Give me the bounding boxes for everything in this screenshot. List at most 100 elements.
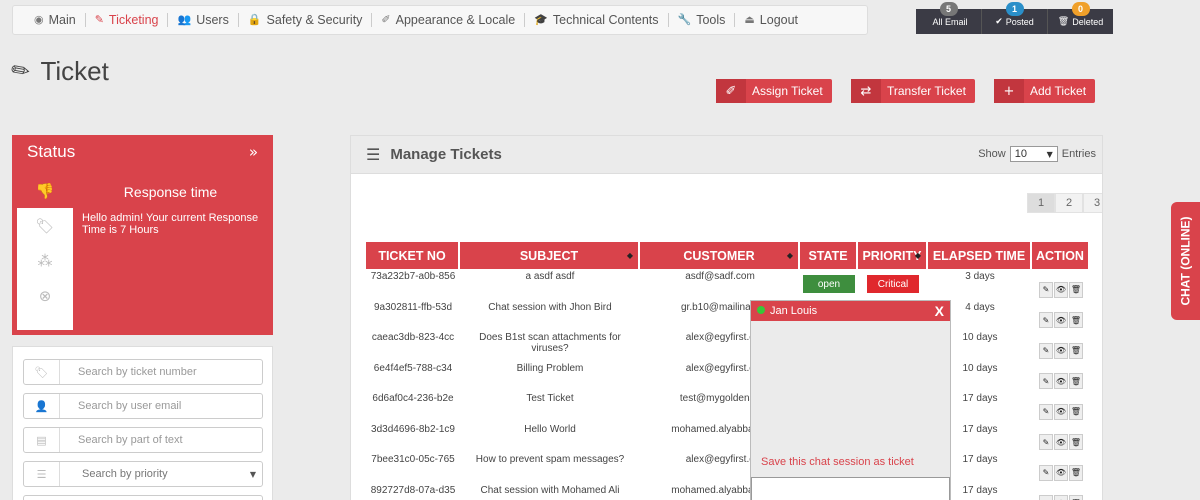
column-header-label: ACTION: [1036, 248, 1084, 263]
sort-icon: ◆: [626, 251, 633, 260]
edit-icon[interactable]: ✎: [1039, 281, 1053, 298]
page-3-button[interactable]: 3: [1083, 193, 1102, 213]
trash-icon[interactable]: 🗑: [1069, 495, 1083, 500]
search-email-input[interactable]: [60, 400, 250, 412]
add-ticket-button[interactable]: + Add Ticket: [994, 79, 1096, 103]
trash-icon[interactable]: 🗑: [1069, 434, 1083, 450]
column-header-subject[interactable]: SUBJECT ◆: [460, 242, 640, 269]
eye-icon[interactable]: 👁: [1054, 495, 1068, 500]
search-ticket-input[interactable]: [60, 366, 250, 378]
edit-icon[interactable]: ✎: [1039, 403, 1053, 420]
close-circle-icon[interactable]: ⊗: [17, 278, 73, 313]
nav-item-appearance-locale[interactable]: ✐ Appearance & Locale: [372, 13, 526, 27]
double-chevron-right-icon[interactable]: »: [249, 143, 258, 161]
nav-item-label: Logout: [759, 13, 799, 27]
eye-icon[interactable]: 👁: [1054, 373, 1068, 389]
graduation-cap-icon: 🎓: [534, 13, 548, 26]
entries-select[interactable]: 10 ▼: [1009, 146, 1058, 162]
tag-icon[interactable]: 🏷: [17, 208, 73, 243]
trash-icon[interactable]: 🗑: [1069, 403, 1083, 420]
status-panel: Status » 👎 🏷 ⁂ ⊗ Response time Hello adm…: [12, 135, 273, 335]
search-priority-select[interactable]: ☰ Search by priority ▼: [23, 461, 263, 487]
nav-item-technical-contents[interactable]: 🎓 Technical Contents: [525, 13, 669, 27]
nav-item-tools[interactable]: 🔧 Tools: [669, 13, 736, 27]
eye-icon[interactable]: 👁: [1054, 312, 1068, 328]
nav-item-main[interactable]: ◉ Main: [25, 13, 86, 27]
nav-item-label: Users: [196, 13, 229, 27]
trash-icon[interactable]: 🗑: [1069, 342, 1083, 359]
chat-online-tab[interactable]: CHAT (ONLINE): [1171, 202, 1200, 320]
search-ticket-field: 🏷: [23, 359, 263, 385]
thumbs-down-icon[interactable]: 👎: [17, 173, 73, 208]
eye-icon[interactable]: 👁: [1054, 464, 1068, 481]
cell-subject: How to prevent spam messages?: [475, 454, 625, 465]
eye-icon[interactable]: 👁: [1054, 403, 1068, 420]
table-row[interactable]: 73a232b7-a0b-856 a asdf asdf asdf@sadf.com…: [366, 269, 1090, 300]
priority-badge[interactable]: Critical: [867, 275, 919, 294]
edit-icon[interactable]: ✎: [1039, 373, 1053, 389]
status-header[interactable]: Status »: [12, 135, 273, 168]
counter-all-email[interactable]: 5 All Email: [916, 2, 982, 34]
table-row[interactable]: caeac3db-823-4cc Does B1st scan attachmen…: [366, 330, 1090, 361]
table-row[interactable]: 3d3d4696-8b2-1c9 Hello World mohamed.alyab…: [366, 422, 1090, 453]
column-header-customer[interactable]: CUSTOMER ◆: [640, 242, 800, 269]
counter-posted[interactable]: 1 ✔ Posted: [982, 2, 1048, 34]
edit-icon[interactable]: ✎: [1039, 495, 1053, 500]
cell-ticket: 73a232b7-a0b-856: [370, 271, 456, 282]
eye-icon[interactable]: 👁: [1054, 281, 1068, 298]
edit-icon[interactable]: ✎: [1039, 464, 1053, 481]
page-1-button[interactable]: 1: [1027, 193, 1055, 213]
check-icon: ✔: [995, 16, 1003, 27]
page-2-button[interactable]: 2: [1055, 193, 1083, 213]
cell-subject: Hello World: [524, 423, 576, 435]
wrench-icon: 🔧: [677, 13, 692, 26]
ticket-icon: ✎: [6, 55, 36, 88]
edit-icon[interactable]: ✎: [1039, 312, 1053, 328]
edit-icon[interactable]: ✎: [1039, 342, 1053, 359]
save-chat-link[interactable]: Save this chat session as ticket: [761, 456, 914, 468]
user-icon: 👤: [24, 394, 60, 418]
column-header-ticket-no[interactable]: TICKET NO: [366, 242, 460, 269]
column-header-state[interactable]: STATE: [800, 242, 858, 269]
table-row[interactable]: 892727d8-07a-d35 Chat session with Mohame…: [366, 483, 1090, 500]
search-email-field: 👤: [23, 393, 263, 419]
assign-ticket-button[interactable]: ✐ Assign Ticket: [716, 79, 832, 103]
table-row[interactable]: 6e4f4ef5-788-c34 Billing Problem alex@egyf…: [366, 361, 1090, 392]
count-badge: 5: [939, 2, 958, 16]
nav-item-ticketing[interactable]: ✎ Ticketing: [86, 13, 169, 27]
file-icon: ▤: [24, 428, 60, 452]
chat-close-button[interactable]: X: [935, 303, 944, 319]
edit-icon[interactable]: ✎: [1039, 434, 1053, 450]
column-header-label: ELAPSED TIME: [932, 248, 1026, 263]
chat-message-input[interactable]: [751, 477, 950, 500]
trash-icon[interactable]: 🗑: [1069, 281, 1083, 298]
users-icon: 👥: [177, 13, 192, 26]
spinner-icon[interactable]: ⁂: [17, 243, 73, 278]
transfer-ticket-button[interactable]: ⇄ Transfer Ticket: [851, 79, 975, 103]
trash-icon[interactable]: 🗑: [1069, 373, 1083, 389]
show-entries-control: Show 10 ▼ Entries: [978, 146, 1096, 162]
cell-ticket: 6e4f4ef5-788-c34: [373, 362, 453, 374]
column-header-action[interactable]: ACTION: [1032, 242, 1090, 269]
status-title: Status: [27, 141, 76, 161]
nav-item-safety-security[interactable]: 🔒 Safety & Security: [239, 13, 373, 27]
cell-customer: asdf@sadf.com: [685, 271, 755, 282]
counter-deleted[interactable]: 0 🗑 Deleted: [1048, 2, 1113, 34]
column-header-elapsed-time[interactable]: ELAPSED TIME: [928, 242, 1032, 269]
search-text-input[interactable]: [60, 434, 250, 446]
cell-subject: Chat session with Jhon Bird: [488, 301, 612, 313]
column-header-priority[interactable]: PRIORITY ◆: [858, 242, 928, 269]
nav-item-logout[interactable]: ⏏ Logout: [735, 13, 807, 27]
table-row[interactable]: 9a302811-ffb-53d Chat session with Jhon B…: [366, 300, 1090, 331]
table-row[interactable]: 7bee31c0-05c-765 How to prevent spam mess…: [366, 452, 1090, 483]
trash-icon[interactable]: 🗑: [1069, 464, 1083, 481]
search-panel: 🏷 👤 ▤ ☰ Search by priority ▼: [12, 346, 273, 500]
cell-ticket: caeac3db-823-4cc: [371, 332, 455, 343]
eye-icon[interactable]: 👁: [1054, 342, 1068, 359]
nav-item-users[interactable]: 👥 Users: [168, 13, 239, 27]
trash-icon[interactable]: 🗑: [1069, 312, 1083, 328]
state-badge[interactable]: open: [803, 275, 855, 294]
eye-icon[interactable]: 👁: [1054, 434, 1068, 450]
list-icon: ☰: [24, 462, 60, 486]
table-row[interactable]: 6d6af0c4-236-b2e Test Ticket test@mygolden…: [366, 391, 1090, 422]
